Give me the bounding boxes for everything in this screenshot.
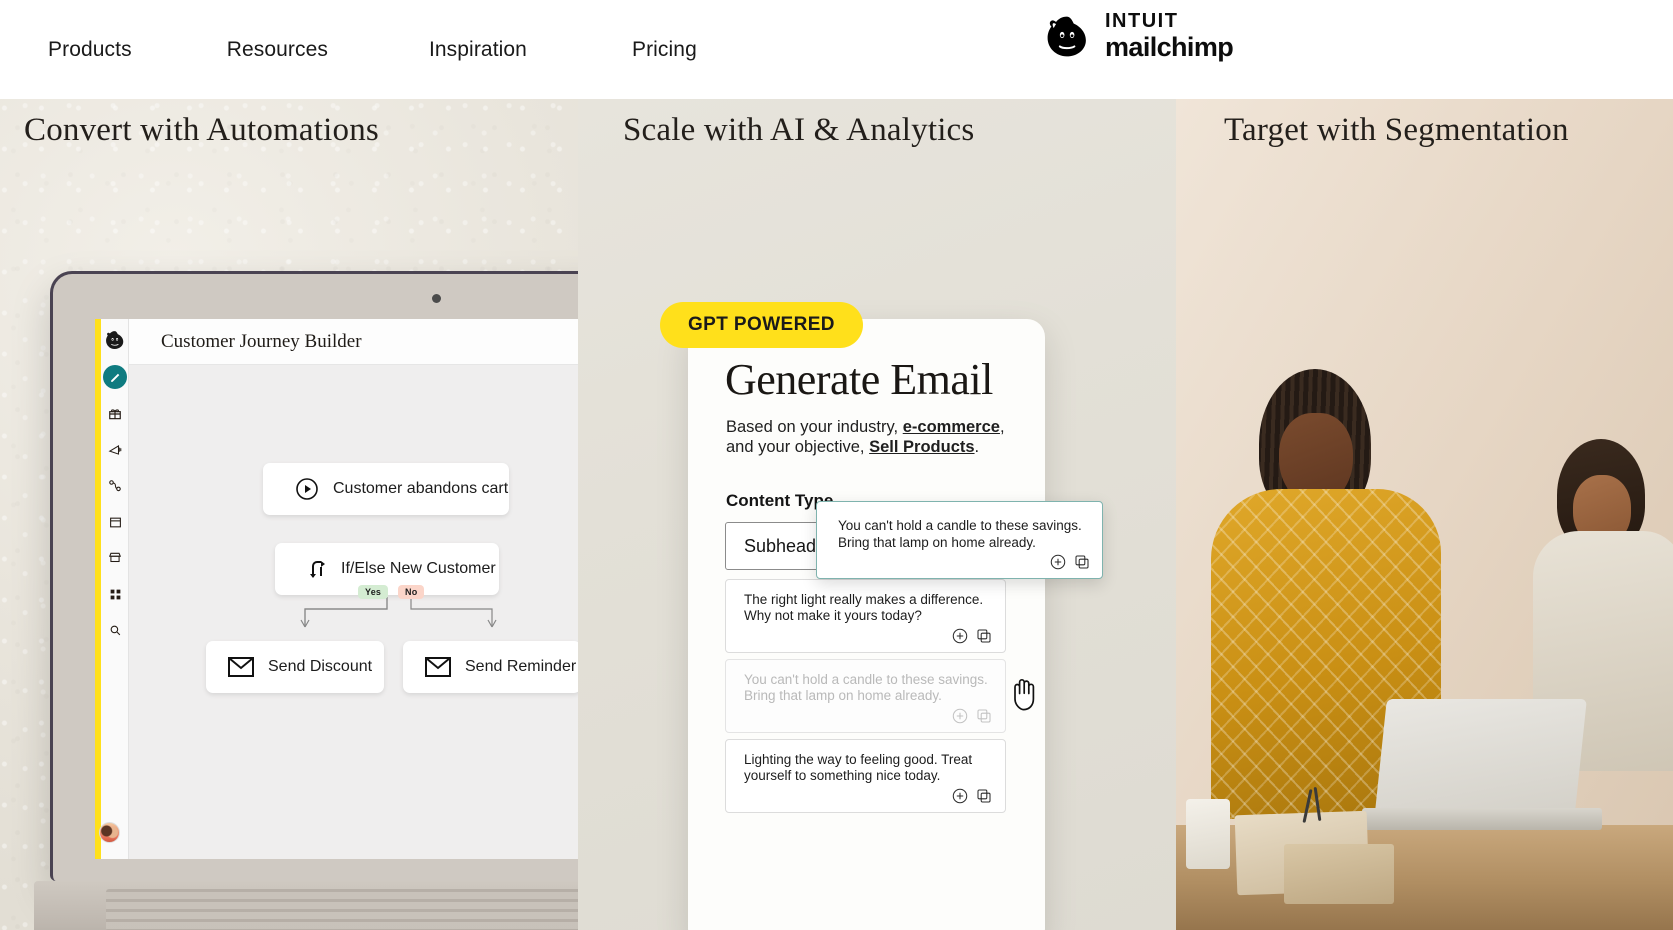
megaphone-icon	[108, 444, 122, 455]
laptop-base	[34, 881, 578, 930]
journey-canvas: Customer abandons cart If/Else New Custo…	[129, 365, 578, 859]
plus-circle-icon[interactable]	[952, 788, 968, 804]
sidebar-item-apps[interactable]	[104, 583, 126, 605]
copy-icon[interactable]	[976, 788, 992, 804]
sidebar-item-journeys[interactable]	[104, 475, 126, 497]
journey-node-condition-label: If/Else New Customer	[341, 560, 496, 577]
suggestion-actions	[952, 708, 992, 724]
laptop-lid: Customer Journey Builder Customer abando…	[50, 271, 578, 881]
photo-laptop-base	[1362, 808, 1602, 830]
mailchimp-freddie-icon	[1047, 16, 1086, 56]
suggestion-text: Lighting the way to feeling good. Treat …	[744, 752, 973, 783]
dragging-suggestion-actions	[1050, 554, 1090, 570]
store-icon	[108, 552, 122, 563]
generate-email-description: Based on your industry, e-commerce, and …	[726, 417, 1026, 457]
grid-icon	[110, 589, 120, 599]
photo-paper-stack	[1186, 799, 1230, 869]
brand-mailchimp-text: mailchimp	[1105, 32, 1234, 62]
dragging-suggestion-card[interactable]: You can't hold a candle to these savings…	[816, 501, 1103, 579]
nav-links: Products Resources Inspiration Pricing	[0, 0, 697, 99]
plus-circle-icon[interactable]	[1050, 554, 1066, 570]
sidebar-item-store[interactable]	[104, 547, 126, 569]
desc-part-3: .	[974, 438, 980, 456]
journey-node-discount-label: Send Discount	[268, 658, 373, 675]
mailchimp-logo[interactable]: INTUIT mailchimp	[1043, 10, 1234, 62]
laptop-camera-icon	[432, 294, 441, 303]
top-navigation-bar: Products Resources Inspiration Pricing I…	[0, 0, 1673, 99]
nav-item-pricing[interactable]: Pricing	[632, 38, 697, 62]
window-icon	[109, 517, 121, 527]
brand-wordmark: INTUIT mailchimp	[1105, 10, 1234, 62]
generate-email-title: Generate Email	[725, 355, 993, 404]
sidebar-item-content[interactable]	[104, 511, 126, 533]
desc-objective-link[interactable]: Sell Products	[869, 438, 974, 456]
panel-title-segmentation: Target with Segmentation	[1224, 112, 1569, 148]
copy-icon[interactable]	[976, 628, 992, 644]
suggestion-actions	[952, 628, 992, 644]
panel-segmentation: Target with Segmentation	[1176, 99, 1673, 930]
desc-part-1: Based on your industry,	[726, 418, 903, 436]
gift-icon	[109, 409, 121, 420]
journey-branch-connectors	[300, 597, 497, 628]
envelope-icon	[228, 657, 254, 677]
branch-label-yes: Yes	[358, 585, 389, 599]
suggestion-card[interactable]: The right light really makes a differenc…	[725, 579, 1006, 653]
journey-sidebar	[95, 319, 129, 859]
suggestion-card[interactable]: Lighting the way to feeling good. Treat …	[725, 739, 1006, 813]
journey-app-header: Customer Journey Builder	[129, 319, 578, 365]
sidebar-mailchimp-freddie-icon	[106, 331, 124, 349]
panel-automations: Convert with Automations Customer Journe…	[0, 99, 578, 930]
suggestion-text: The right light really makes a differenc…	[744, 592, 984, 623]
segmentation-photo	[1176, 99, 1673, 930]
journey-node-send-reminder[interactable]: Send Reminder	[403, 641, 578, 693]
suggestion-text: You can't hold a candle to these savings…	[744, 672, 988, 703]
plus-circle-icon[interactable]	[952, 628, 968, 644]
sidebar-item-create[interactable]	[103, 365, 127, 389]
sidebar-item-campaigns[interactable]	[104, 439, 126, 461]
panel-ai-analytics: Scale with AI & Analytics GPT POWERED Ge…	[578, 99, 1176, 930]
search-icon	[110, 625, 120, 635]
gpt-powered-badge: GPT POWERED	[660, 302, 863, 348]
envelope-icon	[425, 657, 451, 677]
sidebar-item-gifts[interactable]	[104, 403, 126, 425]
panel-title-ai-analytics: Scale with AI & Analytics	[623, 112, 975, 148]
journey-node-send-discount[interactable]: Send Discount	[206, 641, 384, 693]
journey-node-reminder-label: Send Reminder	[465, 658, 577, 675]
nav-item-products[interactable]: Products	[48, 38, 132, 62]
laptop-keyboard	[106, 889, 578, 930]
sidebar-item-search[interactable]	[104, 619, 126, 641]
sidebar-icon-list	[101, 319, 129, 859]
generate-email-card: Generate Email Based on your industry, e…	[688, 319, 1045, 930]
panel-title-automations: Convert with Automations	[24, 112, 379, 148]
pencil-icon	[110, 373, 119, 382]
dragging-suggestion-text: You can't hold a candle to these savings…	[838, 518, 1082, 550]
suggestion-card-ghost[interactable]: You can't hold a candle to these savings…	[725, 659, 1006, 733]
suggestion-actions	[952, 788, 992, 804]
branch-icon	[305, 557, 329, 581]
plus-circle-icon[interactable]	[952, 708, 968, 724]
copy-icon[interactable]	[1074, 554, 1090, 570]
journey-builder-title: Customer Journey Builder	[161, 330, 362, 352]
desc-industry-link[interactable]: e-commerce	[903, 418, 1000, 436]
nav-item-inspiration[interactable]: Inspiration	[429, 38, 527, 62]
journey-path-icon	[109, 480, 121, 492]
panels-stage: Convert with Automations Customer Journe…	[0, 99, 1673, 930]
nav-item-resources[interactable]: Resources	[227, 38, 328, 62]
laptop-screen: Customer Journey Builder Customer abando…	[95, 319, 578, 859]
photo-laptop-screen	[1375, 699, 1587, 811]
copy-icon[interactable]	[976, 708, 992, 724]
sidebar-user-avatar[interactable]	[99, 822, 120, 843]
journey-node-trigger[interactable]: Customer abandons cart	[263, 463, 509, 515]
branch-label-no: No	[398, 585, 425, 599]
play-circle-icon	[295, 477, 319, 501]
journey-node-trigger-label: Customer abandons cart	[333, 480, 509, 497]
brand-intuit-text: INTUIT	[1105, 10, 1179, 32]
photo-shipping-box-2	[1284, 844, 1394, 904]
laptop-mockup: Customer Journey Builder Customer abando…	[34, 271, 578, 930]
